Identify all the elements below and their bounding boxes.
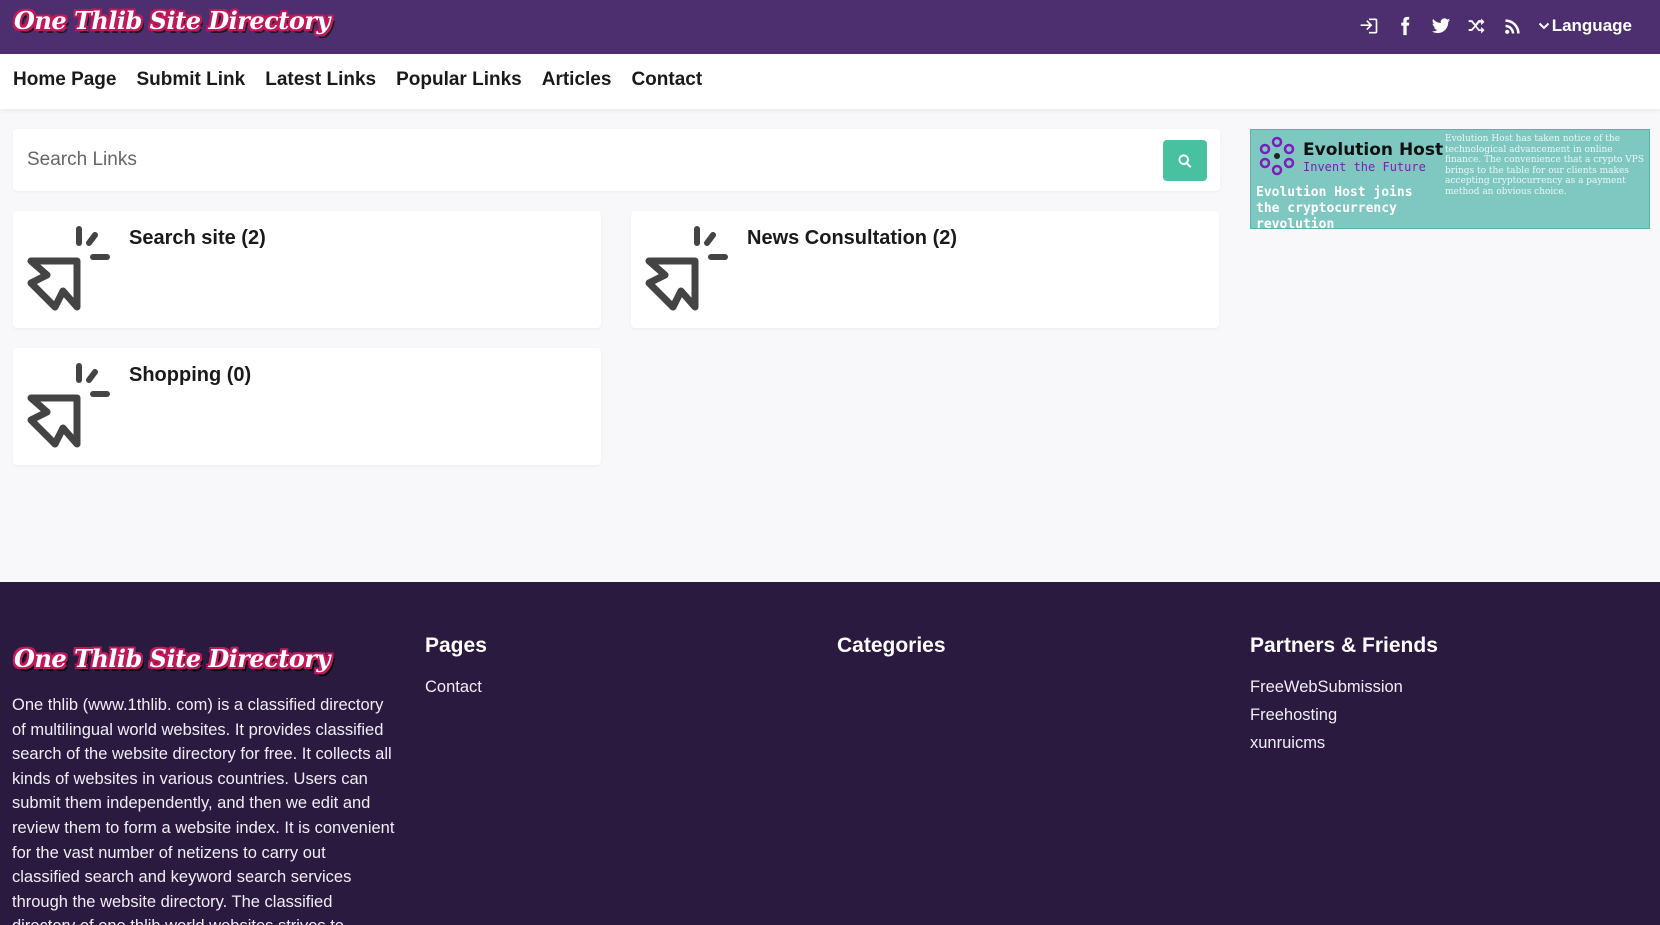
category-title[interactable]: Search site (2)	[129, 227, 266, 250]
nav-item-articles[interactable]: Articles	[542, 69, 612, 90]
category-title[interactable]: Shopping (0)	[129, 364, 251, 387]
site-logo[interactable]: One Thlib Site Directory	[14, 6, 330, 35]
footer-pages-heading: Pages	[425, 634, 487, 657]
category-card-shopping[interactable]: Shopping (0)	[13, 348, 601, 465]
category-card-search-site[interactable]: Search site (2)	[13, 211, 601, 328]
nav-item-popular-links[interactable]: Popular Links	[396, 69, 522, 90]
category-card-news-consultation[interactable]: News Consultation (2)	[631, 211, 1219, 328]
nav-item-contact[interactable]: Contact	[631, 69, 702, 90]
category-title[interactable]: News Consultation (2)	[747, 227, 957, 250]
cursor-click-icon	[27, 226, 110, 311]
footer-partners-column: Partners & Friends FreeWebSubmission Fre…	[1250, 634, 1438, 762]
partner-link-xunruicms[interactable]: xunruicms	[1250, 734, 1438, 753]
rss-icon[interactable]	[1502, 15, 1524, 37]
main-nav: Home Page Submit Link Latest Links Popul…	[0, 54, 1660, 109]
nav-item-latest-links[interactable]: Latest Links	[265, 69, 376, 90]
search-input[interactable]	[27, 143, 1157, 177]
footer-pages-column: Pages Contact	[425, 634, 487, 706]
cursor-click-icon	[27, 363, 110, 448]
ad-banner[interactable]: Evolution Host Invent the Future Evoluti…	[1250, 129, 1650, 229]
ad-tagline: Invent the Future	[1303, 160, 1426, 174]
top-bar: One Thlib Site Directory Language	[0, 0, 1660, 54]
nav-item-home[interactable]: Home Page	[13, 69, 116, 90]
ad-brand: Evolution Host	[1303, 140, 1444, 160]
partner-link-freehosting[interactable]: Freehosting	[1250, 706, 1438, 725]
cursor-click-icon	[645, 226, 728, 311]
ad-body-text: Evolution Host has taken notice of the t…	[1445, 134, 1645, 197]
search-button[interactable]	[1163, 140, 1207, 181]
footer-categories-heading: Categories	[837, 634, 946, 657]
twitter-icon[interactable]	[1430, 15, 1452, 37]
ad-headline: Evolution Host joins the cryptocurrency …	[1256, 185, 1413, 229]
random-icon[interactable]	[1466, 15, 1488, 37]
footer-about-text: One thlib (www.1thlib. com) is a classif…	[12, 696, 395, 925]
partner-link-freewebsubmission[interactable]: FreeWebSubmission	[1250, 678, 1438, 697]
footer-partners-heading: Partners & Friends	[1250, 634, 1438, 657]
footer-logo[interactable]: One Thlib Site Directory	[14, 644, 330, 673]
facebook-icon[interactable]	[1394, 15, 1416, 37]
sign-in-icon[interactable]	[1358, 15, 1380, 37]
chevron-down-icon	[1538, 22, 1549, 30]
search-icon	[1178, 153, 1192, 168]
language-dropdown[interactable]: Language	[1538, 16, 1632, 36]
footer: One Thlib Site Directory One thlib (www.…	[0, 582, 1660, 925]
footer-link-contact[interactable]: Contact	[425, 678, 487, 697]
top-icons: Language	[1358, 10, 1632, 42]
language-label: Language	[1551, 16, 1632, 35]
footer-categories-column: Categories	[837, 634, 946, 678]
search-bar	[13, 129, 1220, 191]
evolution-host-logo-icon	[1259, 136, 1295, 176]
nav-item-submit-link[interactable]: Submit Link	[136, 69, 245, 90]
